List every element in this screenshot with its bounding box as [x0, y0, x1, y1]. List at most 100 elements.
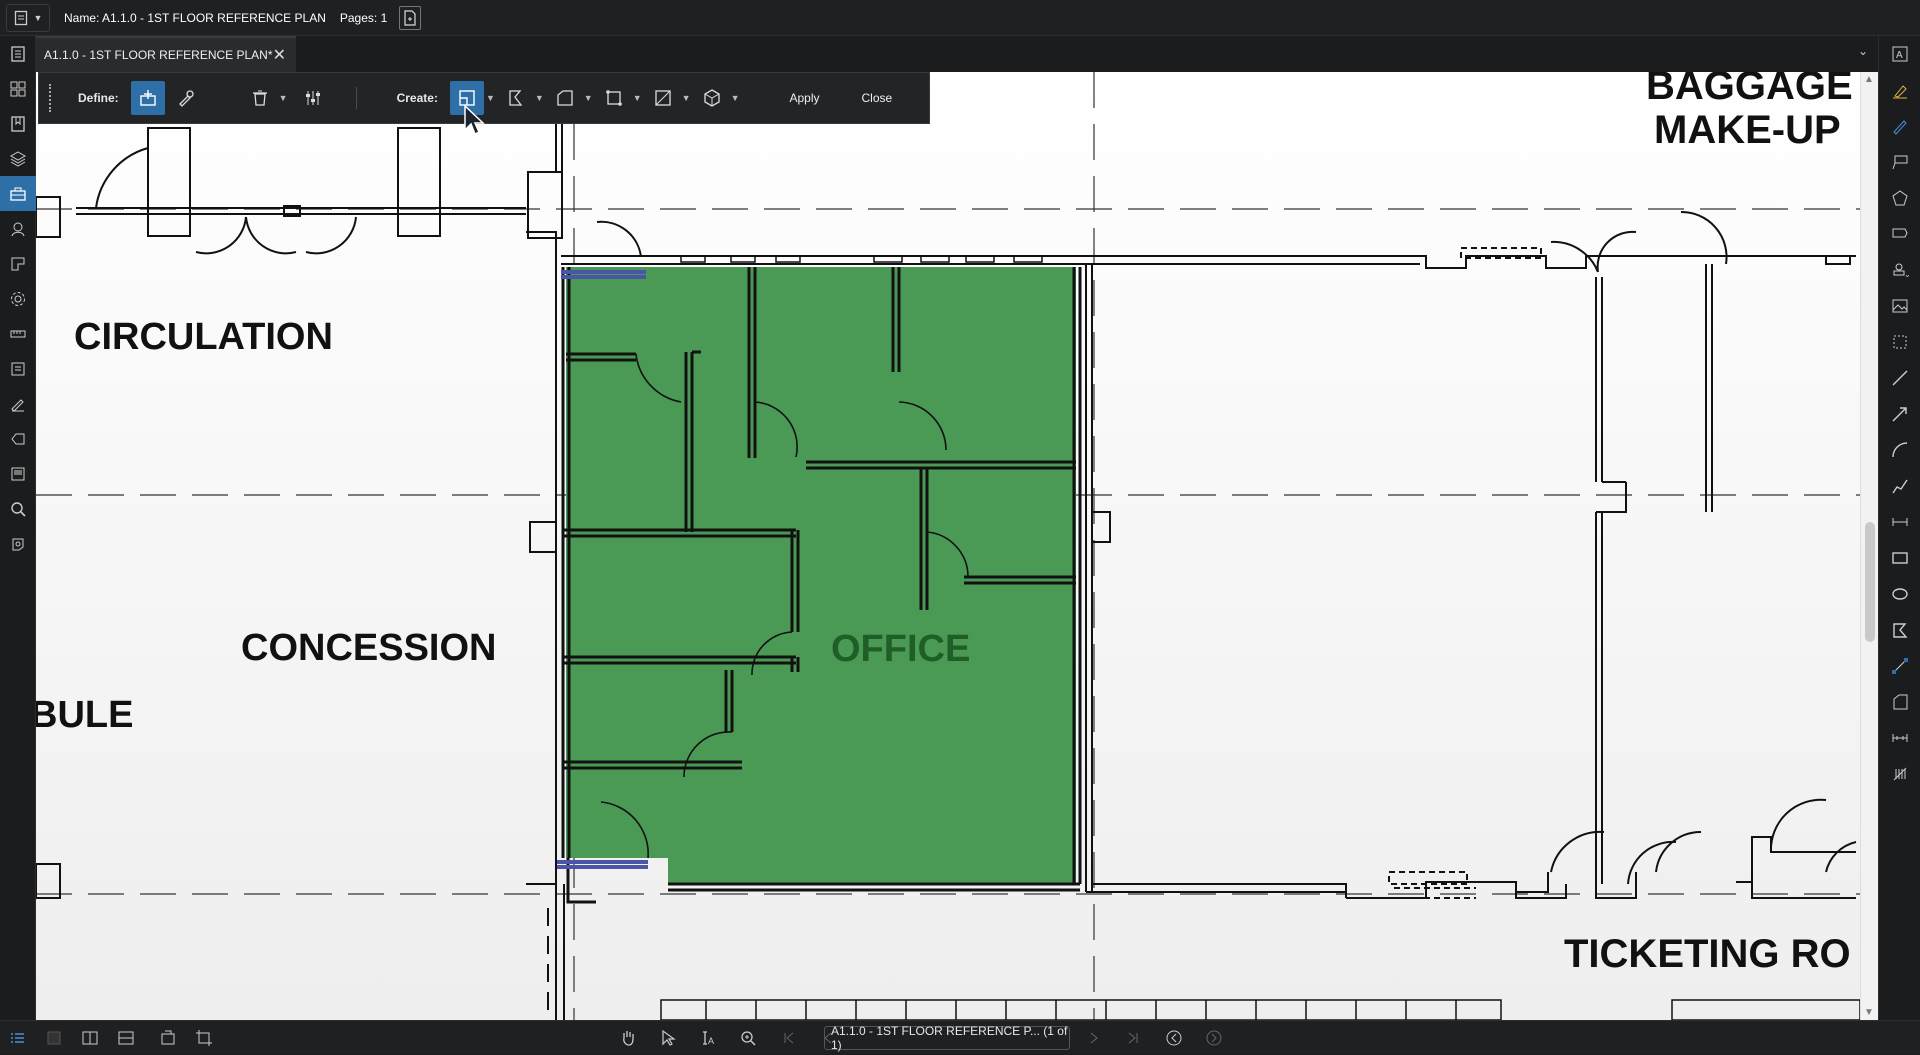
stamp-tool-icon[interactable]: ⌄ [1879, 252, 1920, 288]
pan-hand-icon[interactable] [610, 1021, 646, 1055]
chevron-down-icon: ▼ [33, 12, 43, 23]
text-select-icon[interactable]: A [690, 1021, 726, 1055]
define-label: Define: [78, 91, 119, 105]
measure-length-icon[interactable] [1879, 648, 1920, 684]
layers-icon[interactable] [0, 141, 36, 176]
rectangle-icon[interactable] [1879, 540, 1920, 576]
svg-text:A: A [1896, 50, 1903, 61]
chevron-down-icon[interactable]: ▼ [682, 93, 691, 103]
tag-icon[interactable] [0, 421, 36, 456]
rectangle-select-button[interactable] [597, 81, 631, 115]
measure-dimension-icon[interactable] [1879, 720, 1920, 756]
split-icon [654, 90, 671, 106]
drawing-canvas[interactable]: CIRCULATION CONCESSION BULE OFFICE BAGGA… [36, 72, 1860, 1020]
thumbnails-icon[interactable] [0, 36, 36, 71]
text-box-icon[interactable]: A [1879, 36, 1920, 72]
settings-gear-icon[interactable] [0, 281, 36, 316]
measurements-icon[interactable] [0, 316, 36, 351]
document-tab-bar: A1.1.0 - 1ST FLOOR REFERENCE PLAN* ✕ ⌄ [36, 36, 1878, 72]
left-panel-rail [0, 36, 36, 1020]
callout-icon[interactable] [1879, 144, 1920, 180]
measure-area-icon[interactable] [1879, 684, 1920, 720]
count-icon[interactable] [1879, 756, 1920, 792]
3d-space-button[interactable] [695, 81, 729, 115]
cutout-button[interactable] [548, 81, 582, 115]
toolbox-icon[interactable] [0, 176, 36, 211]
sliders-icon [305, 91, 320, 105]
last-page-icon[interactable] [1116, 1021, 1152, 1055]
arrow-icon[interactable] [1879, 396, 1920, 432]
close-button[interactable]: Close [862, 91, 893, 105]
line-icon[interactable] [1879, 360, 1920, 396]
image-icon[interactable] [1879, 288, 1920, 324]
polygon-icon [509, 90, 523, 106]
tab-document[interactable]: A1.1.0 - 1ST FLOOR REFERENCE PLAN* ✕ [36, 36, 296, 72]
file-menu-button[interactable]: ▼ [6, 3, 50, 32]
room-label-baggage-line2: MAKE-UP [1654, 108, 1841, 152]
eyedropper-icon [178, 90, 194, 107]
list-menu-icon[interactable] [0, 1021, 36, 1055]
split-horizontal-icon[interactable] [108, 1021, 144, 1055]
room-label-circulation: CIRCULATION [74, 316, 333, 358]
chevron-down-icon[interactable]: ▼ [279, 93, 288, 103]
document-icon [14, 10, 27, 25]
markups-list-icon[interactable] [0, 351, 36, 386]
delete-button[interactable] [243, 81, 277, 115]
dimension-icon[interactable] [1879, 504, 1920, 540]
title-bar: ▼ Name: A1.1.0 - 1ST FLOOR REFERENCE PLA… [0, 0, 1920, 36]
new-document-icon[interactable] [399, 5, 422, 30]
split-space-button[interactable] [646, 81, 680, 115]
search-icon[interactable] [0, 491, 36, 526]
bookmarks-icon[interactable] [0, 106, 36, 141]
first-page-icon[interactable] [770, 1021, 806, 1055]
chevron-down-icon[interactable]: ▼ [486, 93, 495, 103]
trash-icon [252, 90, 267, 106]
arrow-callout-icon[interactable] [1879, 216, 1920, 252]
mouse-cursor-icon [464, 104, 485, 136]
scroll-up-icon[interactable]: ▲ [1864, 74, 1874, 85]
stamp-icon[interactable] [0, 456, 36, 491]
pen-icon[interactable] [1879, 108, 1920, 144]
vertical-scrollbar[interactable]: ▲ ▼ [1860, 72, 1878, 1020]
arc-icon[interactable] [1879, 432, 1920, 468]
crop-icon[interactable] [186, 1021, 222, 1055]
chevron-down-icon[interactable]: ▼ [731, 93, 740, 103]
split-vertical-icon[interactable] [72, 1021, 108, 1055]
polygon-space-button[interactable] [499, 81, 533, 115]
page-selector[interactable]: A1.1.0 - 1ST FLOOR REFERENCE P... (1 of … [824, 1024, 1070, 1052]
svg-text:A: A [708, 1036, 714, 1046]
document-name: Name: A1.1.0 - 1ST FLOOR REFERENCE PLAN [64, 10, 326, 25]
toolbar-grip-handle[interactable] [49, 84, 52, 112]
close-icon[interactable]: ✕ [273, 45, 286, 65]
tab-list-chevron-icon[interactable]: ⌄ [1858, 44, 1868, 58]
signature-icon[interactable] [0, 386, 36, 421]
chevron-down-icon[interactable]: ▼ [633, 93, 642, 103]
select-arrow-icon[interactable] [650, 1021, 686, 1055]
adjust-button[interactable] [296, 81, 330, 115]
polygon-draw-icon[interactable] [1879, 612, 1920, 648]
ellipse-icon[interactable] [1879, 576, 1920, 612]
back-view-icon[interactable] [1156, 1021, 1192, 1055]
floor-plan-drawing [36, 72, 1860, 1020]
apply-button[interactable]: Apply [789, 91, 819, 105]
properties-icon[interactable] [0, 211, 36, 246]
next-page-icon[interactable] [1076, 1021, 1112, 1055]
polygon-shape-icon[interactable] [1879, 180, 1920, 216]
scroll-down-icon[interactable]: ▼ [1864, 1007, 1874, 1018]
chevron-down-icon[interactable]: ▼ [584, 93, 593, 103]
forward-view-icon[interactable] [1196, 1021, 1232, 1055]
eyedropper-button[interactable] [169, 81, 203, 115]
sync-icon[interactable] [150, 1021, 186, 1055]
single-page-view-icon[interactable] [36, 1021, 72, 1055]
studio-icon[interactable] [0, 526, 36, 561]
zoom-icon[interactable] [730, 1021, 766, 1055]
define-space-button[interactable] [130, 81, 165, 115]
toolbar-divider [355, 87, 357, 109]
chevron-down-icon[interactable]: ▼ [535, 93, 544, 103]
polyline-icon[interactable] [1879, 468, 1920, 504]
scrollbar-thumb[interactable] [1865, 522, 1875, 642]
spaces-icon[interactable] [0, 246, 36, 281]
snapshot-icon[interactable] [1879, 324, 1920, 360]
highlighter-icon[interactable] [1879, 72, 1920, 108]
grid-view-icon[interactable] [0, 71, 36, 106]
